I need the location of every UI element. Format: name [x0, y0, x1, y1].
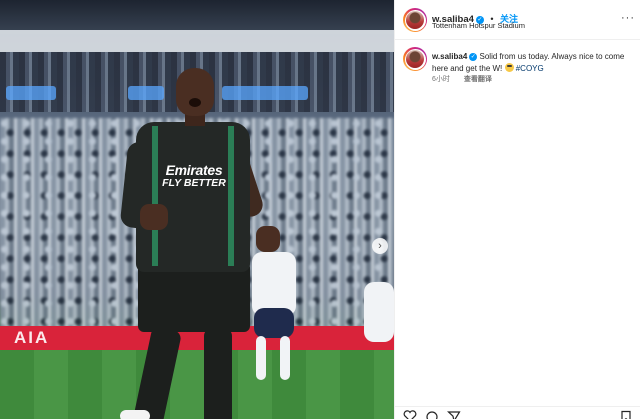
location-link[interactable]: Tottenham Hotspur Stadium [432, 21, 525, 30]
shirt-stripe [228, 126, 234, 266]
sponsor-line-2: FLY BETTER [162, 177, 226, 189]
grinning-face-emoji [504, 63, 514, 72]
more-options-icon[interactable]: ··· [621, 12, 635, 24]
background-player [364, 282, 394, 342]
verified-badge-icon: ✓ [469, 53, 478, 61]
shirt-stripe [152, 126, 158, 266]
player-leg [131, 325, 183, 419]
player-fist [256, 226, 280, 252]
player-mouth [189, 98, 201, 107]
caption-meta: 6小时 查看翻译 [432, 74, 492, 84]
share-icon[interactable] [447, 410, 461, 419]
player-leg [204, 328, 232, 419]
stadium-roof [0, 0, 394, 34]
post-side-panel: w.saliba4 ✓ • 关注 Tottenham Hotspur Stadiu… [394, 0, 640, 419]
player-boot [120, 410, 150, 419]
advertising-board-text: AIA [14, 328, 50, 347]
stand-light [6, 86, 56, 100]
player-shorts [138, 262, 250, 332]
post-media-photo[interactable]: AIA Emirates FLY BETTER › [0, 0, 394, 419]
chevron-right-icon[interactable]: › [372, 238, 388, 254]
stadium-roof-beam [0, 30, 394, 52]
post-caption: w.saliba4 ✓ Solid from us today. Always n… [432, 51, 632, 75]
shirt-sponsor: Emirates FLY BETTER [156, 162, 232, 190]
player-fist [140, 204, 168, 230]
comment-icon[interactable] [425, 410, 439, 419]
caption-avatar[interactable] [403, 47, 427, 71]
action-bar [395, 406, 640, 419]
sponsor-line-1: Emirates [165, 162, 223, 178]
avatar-photo [406, 11, 424, 29]
post-header: w.saliba4 ✓ • 关注 Tottenham Hotspur Stadiu… [395, 0, 640, 40]
caption-username[interactable]: w.saliba4 [432, 52, 467, 61]
hashtag-link[interactable]: #COYG [516, 64, 544, 73]
player-head [176, 68, 214, 116]
instagram-post: AIA Emirates FLY BETTER › w.saliba4 ✓ • … [0, 0, 640, 419]
avatar-photo [406, 50, 424, 68]
avatar[interactable] [403, 8, 427, 32]
celebrating-player: Emirates FLY BETTER [118, 66, 280, 419]
heart-icon[interactable] [403, 410, 417, 419]
post-time: 6小时 [432, 76, 450, 83]
see-translation-button[interactable]: 查看翻译 [464, 76, 492, 83]
save-icon[interactable] [619, 410, 633, 419]
background-player-leg [280, 336, 290, 380]
